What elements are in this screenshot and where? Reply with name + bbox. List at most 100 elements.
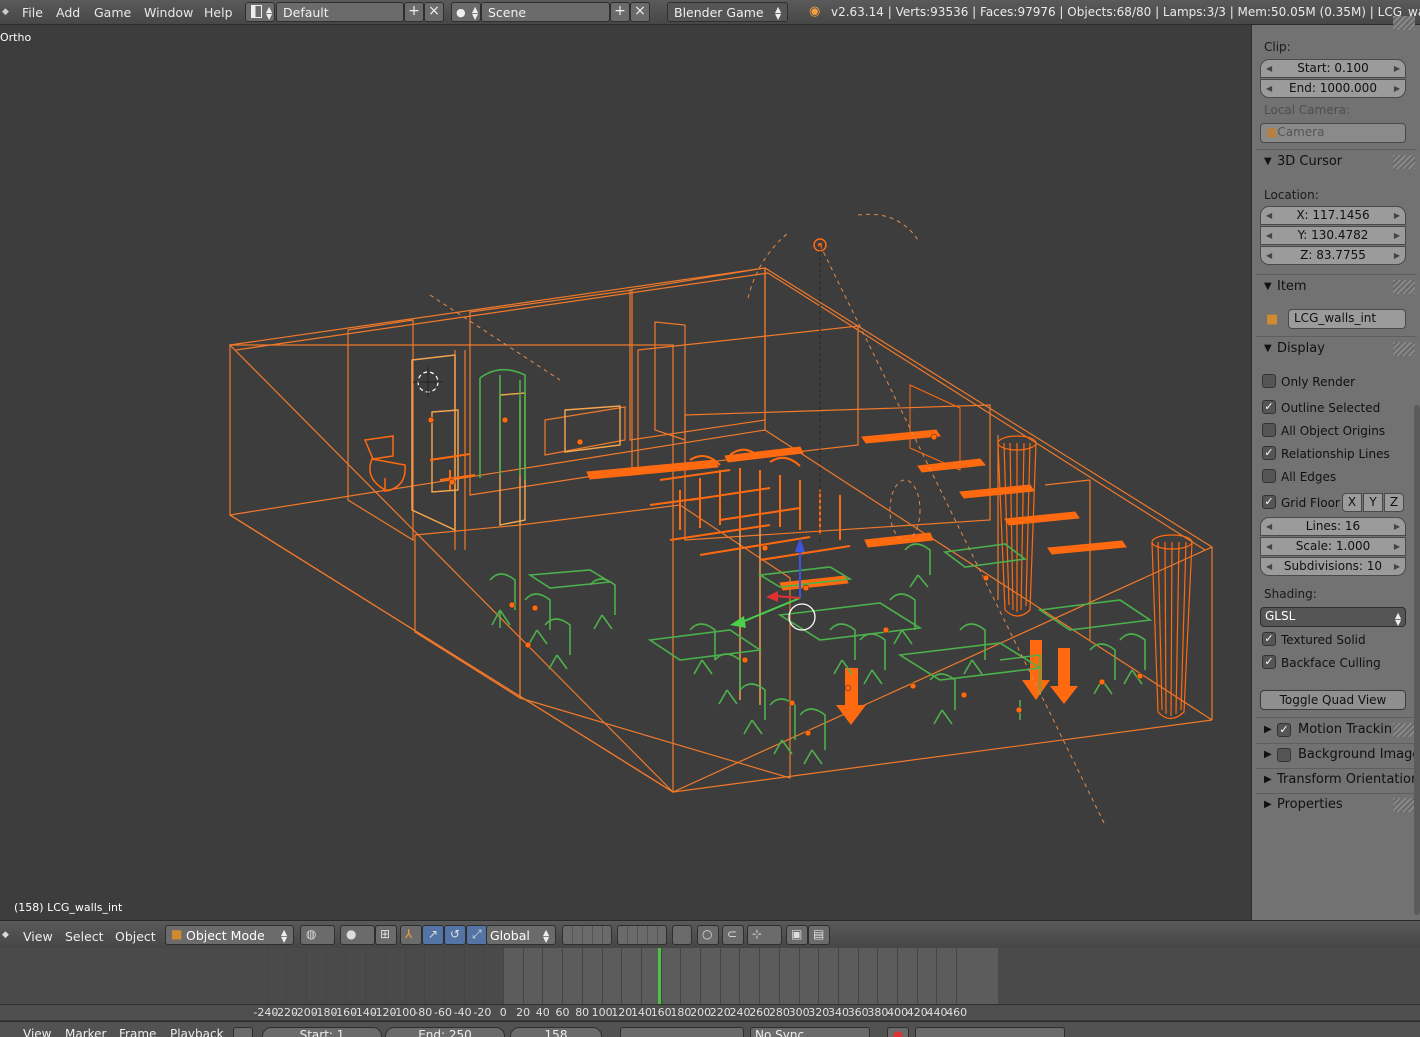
translate-toggle[interactable]: ↗ bbox=[422, 925, 444, 945]
outline-selected-checkbox[interactable]: ✓ bbox=[1262, 400, 1276, 414]
editor-type-icon[interactable]: ◆ bbox=[2, 930, 9, 940]
scene-wireframe[interactable] bbox=[0, 25, 1251, 920]
panel-transform-orientations-header[interactable]: ▶ Transform Orientations bbox=[1256, 770, 1420, 792]
grid-axis-y-toggle[interactable]: Y bbox=[1363, 493, 1383, 512]
end-frame-field[interactable]: End: 250 bbox=[385, 1027, 505, 1037]
menu-add[interactable]: Add bbox=[56, 5, 80, 20]
clip-start-field[interactable]: ◀ Start: 0.100 ▶ bbox=[1260, 59, 1406, 78]
sidebar-scrollbar[interactable] bbox=[1414, 405, 1420, 915]
menu-help[interactable]: Help bbox=[204, 5, 233, 20]
grid-scale-field[interactable]: ◀ Scale: 1.000 ▶ bbox=[1260, 537, 1406, 556]
record-button[interactable]: ● bbox=[887, 1027, 909, 1037]
all-edges-checkbox[interactable] bbox=[1262, 469, 1276, 483]
all-object-origins-checkbox[interactable] bbox=[1262, 423, 1276, 437]
shelves[interactable] bbox=[586, 384, 1127, 591]
snap-toggle[interactable]: ⊂ bbox=[722, 925, 744, 945]
green-chairs-and-desks[interactable] bbox=[479, 368, 1153, 765]
object-name-field[interactable]: LCG_walls_int bbox=[1288, 309, 1406, 329]
add-layout-button[interactable]: + bbox=[404, 2, 424, 22]
timeline-menu-frame[interactable]: Frame bbox=[119, 1027, 156, 1037]
shading-select[interactable]: GLSL ▲ ▼ bbox=[1260, 607, 1406, 627]
red-arrows[interactable] bbox=[836, 640, 1078, 725]
timeline-menu-view[interactable]: View bbox=[23, 1027, 51, 1037]
grid-subdivisions-value: Subdivisions: 10 bbox=[1283, 559, 1383, 573]
playback-controls[interactable] bbox=[620, 1027, 744, 1037]
scene-field[interactable]: Scene bbox=[481, 2, 610, 22]
panel-item-header[interactable]: ▼ Item bbox=[1256, 277, 1417, 299]
scale-toggle[interactable]: ⤢ bbox=[466, 925, 488, 945]
panel-background-images-header[interactable]: ▶ Background Images bbox=[1256, 745, 1420, 767]
scene-icon[interactable]: ● ▲ ▼ bbox=[451, 2, 481, 22]
motion-tracking-checkbox[interactable]: ✓ bbox=[1277, 723, 1291, 737]
start-frame-field[interactable]: Start: 1 bbox=[262, 1027, 382, 1037]
render-button[interactable]: ▣ bbox=[786, 925, 808, 945]
clip-end-value: End: 1000.000 bbox=[1289, 81, 1377, 95]
panel-view-header[interactable] bbox=[1256, 13, 1417, 35]
toggle-quad-view-button[interactable]: Toggle Quad View bbox=[1260, 690, 1406, 710]
timeline-area[interactable] bbox=[0, 948, 1420, 1004]
building-walls[interactable] bbox=[228, 267, 1214, 794]
relationship-lines-checkbox[interactable]: ✓ bbox=[1262, 446, 1276, 460]
menu-object[interactable]: Object bbox=[115, 929, 156, 944]
menu-view[interactable]: View bbox=[23, 929, 53, 944]
menu-game[interactable]: Game bbox=[94, 5, 131, 20]
3d-viewport[interactable]: Ortho (158) LCG_walls_int bbox=[0, 25, 1251, 920]
local-camera-field[interactable]: ■Camera bbox=[1260, 123, 1406, 143]
rotate-toggle[interactable]: ↺ bbox=[444, 925, 466, 945]
properties-sidebar[interactable]: Clip: ◀ Start: 0.100 ▶ ◀ End: 1000.000 ▶ Loc… bbox=[1251, 16, 1420, 920]
grid-axis-z-toggle[interactable]: Z bbox=[1384, 493, 1404, 512]
menu-window[interactable]: Window bbox=[144, 5, 193, 20]
timeline-grid-line bbox=[916, 948, 918, 1004]
panel-motion-tracking-header[interactable]: ▶ ✓ Motion Tracking bbox=[1256, 720, 1417, 742]
only-render-checkbox[interactable] bbox=[1262, 374, 1276, 388]
timeline-ruler[interactable]: -240 -220 -200 -180 -160 -140 -120 -100 -80 -60 -4… bbox=[0, 1004, 1420, 1020]
toilet-object[interactable] bbox=[363, 435, 406, 492]
grid-lines-field[interactable]: ◀ Lines: 16 ▶ bbox=[1260, 517, 1406, 536]
cursor-x-field[interactable]: ◀ X: 117.1456 ▶ bbox=[1260, 206, 1406, 225]
object-mode-select[interactable]: ■ Object Mode ▲ ▼ bbox=[165, 925, 294, 945]
screen-layout-field[interactable]: Default bbox=[276, 2, 404, 22]
remove-scene-button[interactable]: × bbox=[630, 2, 650, 22]
viewport-shading-select[interactable]: ◍ bbox=[300, 925, 335, 945]
lock-layers-button[interactable] bbox=[672, 925, 692, 945]
cursor-z-field[interactable]: ◀ Z: 83.7755 ▶ bbox=[1260, 246, 1406, 265]
background-images-checkbox[interactable] bbox=[1277, 748, 1291, 762]
screen-layout-icon[interactable]: ▲ ▼ bbox=[245, 2, 275, 22]
manipulator-axes-toggle[interactable]: ⅄ bbox=[400, 925, 422, 945]
3d-cursor[interactable] bbox=[413, 367, 443, 397]
transform-orientation-select[interactable]: Global ▲ ▼ bbox=[486, 925, 556, 945]
keying-set-button[interactable] bbox=[233, 1027, 253, 1037]
add-scene-button[interactable]: + bbox=[610, 2, 630, 22]
columns[interactable] bbox=[997, 435, 1193, 720]
manipulator-toggle[interactable]: ⊞ bbox=[375, 925, 397, 945]
current-frame-field[interactable]: 158 bbox=[510, 1027, 602, 1037]
keying-set-field[interactable] bbox=[915, 1027, 1065, 1037]
snap-element-select[interactable]: ⊹ bbox=[747, 925, 782, 945]
textured-solid-checkbox[interactable]: ✓ bbox=[1262, 632, 1276, 646]
pivot-point-select[interactable]: ● bbox=[340, 925, 375, 945]
panel-properties-header[interactable]: ▶ Properties bbox=[1256, 795, 1417, 817]
panel-3d-cursor-header[interactable]: ▼ 3D Cursor bbox=[1256, 152, 1417, 174]
orange-chairs[interactable] bbox=[429, 448, 851, 561]
editor-type-icon[interactable]: ◆ bbox=[2, 7, 9, 17]
timeline-menu-marker[interactable]: Marker bbox=[65, 1027, 106, 1037]
ruler-tick-label: 360 bbox=[847, 1006, 869, 1019]
grid-axis-x-toggle[interactable]: X bbox=[1342, 493, 1362, 512]
scene-layers-2[interactable] bbox=[617, 925, 667, 945]
render-animation-button[interactable]: ▤ bbox=[808, 925, 830, 945]
timeline-menu-playback[interactable]: Playback bbox=[170, 1027, 224, 1037]
grid-floor-checkbox[interactable]: ✓ bbox=[1262, 495, 1276, 509]
current-frame-line[interactable] bbox=[657, 948, 661, 1004]
render-engine-select[interactable]: Blender Game ▲ ▼ bbox=[667, 2, 788, 22]
sync-mode-select[interactable]: No Sync bbox=[750, 1027, 870, 1037]
menu-select[interactable]: Select bbox=[65, 929, 104, 944]
grid-subdivisions-field[interactable]: ◀ Subdivisions: 10 ▶ bbox=[1260, 557, 1406, 576]
panel-display-header[interactable]: ▼ Display bbox=[1256, 339, 1417, 361]
backface-culling-checkbox[interactable]: ✓ bbox=[1262, 655, 1276, 669]
scene-layers[interactable] bbox=[562, 925, 612, 945]
proportional-editing-button[interactable]: ○ bbox=[697, 925, 719, 945]
menu-file[interactable]: File bbox=[22, 5, 43, 20]
remove-layout-button[interactable]: × bbox=[424, 2, 444, 22]
cursor-y-field[interactable]: ◀ Y: 130.4782 ▶ bbox=[1260, 226, 1406, 245]
clip-end-field[interactable]: ◀ End: 1000.000 ▶ bbox=[1260, 79, 1406, 98]
